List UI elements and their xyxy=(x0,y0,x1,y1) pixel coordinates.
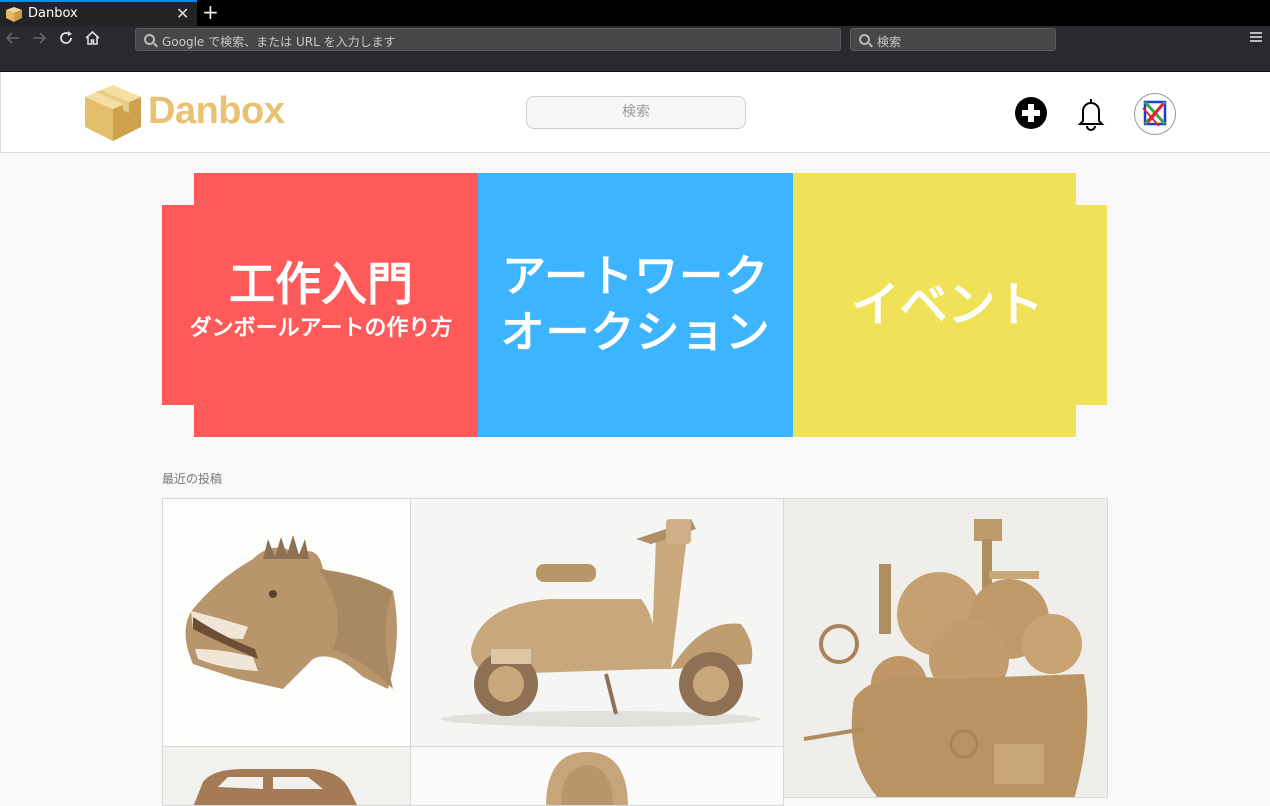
danbox-favicon-icon xyxy=(6,7,22,22)
auction-title-line2: オークション xyxy=(500,307,771,358)
url-input[interactable]: Google で検索、または URL を入力します xyxy=(135,28,841,51)
forward-arrow-icon[interactable] xyxy=(32,32,46,44)
post-card-scooter[interactable] xyxy=(410,498,784,747)
post-card-car[interactable] xyxy=(162,746,411,806)
dinosaur-head-image xyxy=(163,499,410,746)
tab-title: Danbox xyxy=(28,6,78,21)
home-icon[interactable] xyxy=(85,31,100,45)
beginner-title: 工作入門 xyxy=(229,257,413,311)
browser-tab-bar: Danbox ✕ + xyxy=(0,0,1270,26)
recent-posts-heading: 最近の投稿 xyxy=(162,472,223,486)
auction-title-line1: アートワーク xyxy=(501,251,770,302)
auction-banner[interactable]: アートワーク オークション xyxy=(478,173,793,437)
danbox-logo[interactable]: Danbox xyxy=(83,83,313,143)
post-card-helmet[interactable] xyxy=(410,746,784,806)
beginner-banner[interactable]: 工作入門 ダンボールアートの作り方 xyxy=(190,173,478,437)
helmet-image xyxy=(411,747,783,805)
back-arrow-icon[interactable] xyxy=(6,32,20,44)
car-image xyxy=(163,747,410,805)
search-icon xyxy=(859,34,870,45)
plus-circle-icon[interactable] xyxy=(1013,95,1049,131)
url-placeholder: Google で検索、または URL を入力します xyxy=(162,35,396,49)
browser-search-input[interactable]: 検索 xyxy=(850,28,1056,51)
cardboard-box-logo-icon xyxy=(85,85,141,141)
beginner-subtitle: ダンボールアートの作り方 xyxy=(189,316,453,341)
post-card-moving-castle[interactable] xyxy=(783,498,1108,798)
event-banner[interactable]: イベント xyxy=(793,173,1076,437)
reload-icon[interactable] xyxy=(59,31,73,45)
event-title: イベント xyxy=(851,277,1044,333)
tab-close-icon[interactable]: ✕ xyxy=(176,4,189,23)
new-tab-button[interactable]: + xyxy=(202,1,219,23)
avatar-icon xyxy=(1142,100,1167,127)
site-search-input[interactable]: 検索 xyxy=(526,96,746,129)
search-icon xyxy=(144,34,155,45)
menu-icon[interactable] xyxy=(1250,32,1262,42)
moving-castle-image xyxy=(784,499,1107,797)
site-header: Danbox 検索 xyxy=(0,72,1270,153)
post-card-dinosaur[interactable] xyxy=(162,498,411,747)
browser-tab[interactable]: Danbox ✕ xyxy=(0,0,197,26)
logo-text: Danbox xyxy=(148,90,285,132)
browser-nav-bar: Google で検索、または URL を入力します 検索 xyxy=(0,26,1270,72)
bell-icon[interactable] xyxy=(1073,95,1109,131)
browser-search-placeholder: 検索 xyxy=(877,35,902,49)
scooter-image xyxy=(411,499,783,746)
avatar[interactable] xyxy=(1134,93,1176,135)
